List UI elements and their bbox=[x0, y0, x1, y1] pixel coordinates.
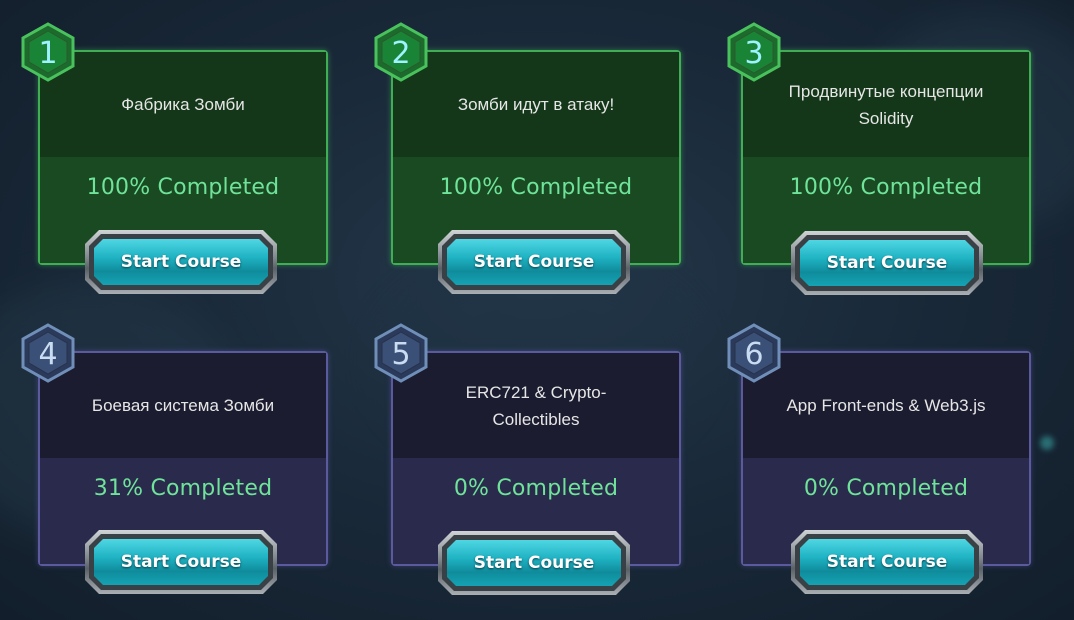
start-course-button[interactable]: Start Course bbox=[85, 230, 277, 294]
course-number-badge: 1 bbox=[20, 22, 76, 82]
start-course-button-label: Start Course bbox=[473, 252, 595, 272]
start-course-button-label: Start Course bbox=[826, 552, 948, 572]
course-title: Боевая система Зомби bbox=[91, 396, 275, 415]
course-number-badge: 5 bbox=[373, 323, 429, 383]
start-course-button[interactable]: Start Course bbox=[791, 530, 983, 594]
progress-text: 100% Completed bbox=[439, 175, 633, 200]
start-course-button[interactable]: Start Course bbox=[85, 530, 277, 594]
course-number: 6 bbox=[744, 336, 764, 372]
course-card-header: Фабрика Зомби bbox=[40, 52, 326, 157]
course-number: 5 bbox=[391, 336, 411, 372]
course-card-header: ERC721 & Crypto-Collectibles bbox=[393, 353, 679, 458]
start-course-button[interactable]: Start Course bbox=[438, 531, 630, 595]
progress-text: 0% Completed bbox=[803, 476, 969, 501]
course-title: Зомби идут в атаку! bbox=[457, 95, 615, 114]
course-number-badge: 3 bbox=[726, 22, 782, 82]
course-number: 2 bbox=[391, 35, 411, 71]
start-course-button-label: Start Course bbox=[826, 253, 948, 273]
course-number: 1 bbox=[38, 35, 58, 71]
course-title: App Front-ends & Web3.js bbox=[786, 396, 986, 415]
progress-text: 0% Completed bbox=[453, 476, 619, 501]
course-number: 4 bbox=[38, 336, 58, 372]
course-title: ERC721 & Crypto-Collectibles bbox=[465, 382, 607, 429]
course-title: Фабрика Зомби bbox=[121, 95, 245, 114]
course-number-badge: 6 bbox=[726, 323, 782, 383]
start-course-button[interactable]: Start Course bbox=[438, 230, 630, 294]
course-card-header: Боевая система Зомби bbox=[40, 353, 326, 458]
start-course-button[interactable]: Start Course bbox=[791, 231, 983, 295]
course-card-header: Зомби идут в атаку! bbox=[393, 52, 679, 157]
course-card-header: Продвинутые концепции Solidity bbox=[743, 52, 1029, 157]
background-glow bbox=[1040, 436, 1054, 450]
progress-text: 100% Completed bbox=[789, 175, 983, 200]
course-title: Продвинутые концепции Solidity bbox=[788, 81, 984, 128]
course-card-header: App Front-ends & Web3.js bbox=[743, 353, 1029, 458]
course-number: 3 bbox=[744, 35, 764, 71]
start-course-button-label: Start Course bbox=[473, 553, 595, 573]
start-course-button-label: Start Course bbox=[120, 252, 242, 272]
course-number-badge: 2 bbox=[373, 22, 429, 82]
course-number-badge: 4 bbox=[20, 323, 76, 383]
progress-text: 31% Completed bbox=[93, 476, 273, 501]
progress-text: 100% Completed bbox=[86, 175, 280, 200]
start-course-button-label: Start Course bbox=[120, 552, 242, 572]
